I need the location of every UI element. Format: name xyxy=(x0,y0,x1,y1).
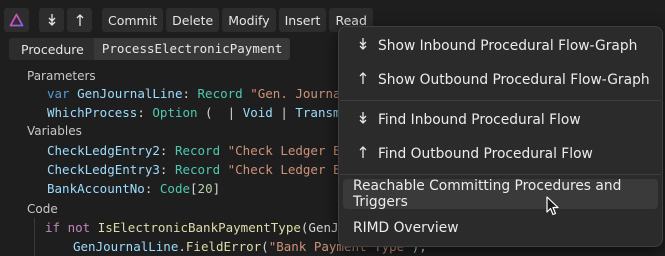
code-label: Code xyxy=(27,202,58,216)
delete-button[interactable]: Delete xyxy=(166,8,220,32)
menu-item-label: Show Inbound Procedural Flow-Graph xyxy=(378,38,638,54)
procedure-header: Procedure ProcessElectronicPayment xyxy=(9,38,291,60)
arrow-down-inbound-icon xyxy=(48,14,55,26)
indent-guide xyxy=(34,218,35,256)
code-token: . xyxy=(178,239,186,254)
code-line-var-1: CheckLedgEntry2: Record "Check Ledger En xyxy=(47,143,348,158)
parameters-label: Parameters xyxy=(27,69,96,83)
arrow-up-outbound-icon xyxy=(350,145,376,163)
arrow-down-inbound-icon xyxy=(350,111,376,129)
code-line-param-2: WhichProcess: Option ( | Void | Transmi xyxy=(47,105,348,120)
code-token: Record xyxy=(197,86,243,101)
code-token: | xyxy=(272,105,296,120)
code-token: Record xyxy=(174,143,221,158)
menu-item-label: RIMD Overview xyxy=(353,220,459,236)
menu-item-label: Find Outbound Procedural Flow xyxy=(378,146,593,162)
code-token: : xyxy=(159,162,175,177)
code-token: : xyxy=(137,105,153,120)
code-token[interactable]: IsElectronicBankPaymentType xyxy=(98,220,301,235)
code-token[interactable]: CheckLedgEntry3 xyxy=(47,162,160,177)
code-token: ( xyxy=(261,239,269,254)
code-token[interactable]: GenJournalLine xyxy=(73,239,178,254)
logo-button[interactable] xyxy=(4,8,29,32)
code-token[interactable]: BankAccountNo xyxy=(47,181,145,196)
code-line-1: if not IsElectronicBankPaymentType(GenJo… xyxy=(45,220,354,235)
procedure-name[interactable]: ProcessElectronicPayment xyxy=(93,38,291,60)
code-token: if not xyxy=(45,220,98,235)
code-token: ] xyxy=(212,181,221,196)
code-token: Void xyxy=(242,105,273,120)
code-token: 20 xyxy=(197,181,213,196)
menu-separator xyxy=(340,174,661,175)
modify-button[interactable]: Modify xyxy=(222,8,276,32)
triangle-logo-icon xyxy=(9,13,24,27)
code-token: : xyxy=(144,181,160,196)
menu-item-rimd-overview[interactable]: RIMD Overview xyxy=(343,213,658,243)
menu-item-find-inbound-flow[interactable]: Find Inbound Procedural Flow xyxy=(343,105,658,135)
code-token: [ xyxy=(190,181,198,196)
menu-item-label: Find Inbound Procedural Flow xyxy=(378,112,581,128)
code-token[interactable]: CheckLedgEntry2 xyxy=(47,143,160,158)
code-token: ( | xyxy=(197,105,243,120)
menu-item-find-outbound-flow[interactable]: Find Outbound Procedural Flow xyxy=(343,139,658,169)
menu-item-show-inbound-graph[interactable]: Show Inbound Procedural Flow-Graph xyxy=(343,31,658,61)
arrow-down-inbound-icon xyxy=(350,37,376,55)
code-token: Code xyxy=(159,181,191,196)
procedure-keyword: Procedure xyxy=(21,41,84,57)
code-token: "Check Ledger En xyxy=(220,162,349,177)
mouse-pointer-icon xyxy=(546,196,559,216)
code-token[interactable]: FieldError xyxy=(186,239,261,254)
code-token[interactable]: WhichProcess xyxy=(47,105,137,120)
menu-item-show-outbound-graph[interactable]: Show Outbound Procedural Flow-Graph xyxy=(343,65,658,95)
menu-item-label: Show Outbound Procedural Flow-Graph xyxy=(378,72,650,88)
context-menu: Show Inbound Procedural Flow-Graph Show … xyxy=(338,26,663,247)
code-token: Option xyxy=(152,105,198,120)
variables-label: Variables xyxy=(27,124,82,138)
code-token: : xyxy=(182,86,198,101)
code-line-var-3: BankAccountNo: Code[20] xyxy=(47,181,220,196)
arrow-up-outbound-icon xyxy=(350,71,376,89)
code-token: Record xyxy=(174,162,221,177)
menu-item-label: Reachable Committing Procedures and Trig… xyxy=(353,178,622,210)
toolbar: Commit Delete Modify Insert Read xyxy=(4,7,373,33)
code-line-var-2: CheckLedgEntry3: Record "Check Ledger En xyxy=(47,162,348,177)
code-line-param-1: var GenJournalLine: Record "Gen. Journal xyxy=(47,86,356,101)
code-token: var xyxy=(47,86,70,101)
menu-separator xyxy=(340,100,661,101)
inbound-flow-button[interactable] xyxy=(39,8,64,32)
menu-item-reachable-committing[interactable]: Reachable Committing Procedures and Trig… xyxy=(343,178,658,210)
arrow-up-outbound-icon xyxy=(76,14,83,26)
code-token[interactable]: GenJournalLine xyxy=(77,86,182,101)
insert-button[interactable]: Insert xyxy=(278,8,327,32)
commit-button[interactable]: Commit xyxy=(102,8,164,32)
code-token: "Check Ledger En xyxy=(220,143,349,158)
code-token: : xyxy=(159,143,175,158)
outbound-flow-button[interactable] xyxy=(67,8,92,32)
